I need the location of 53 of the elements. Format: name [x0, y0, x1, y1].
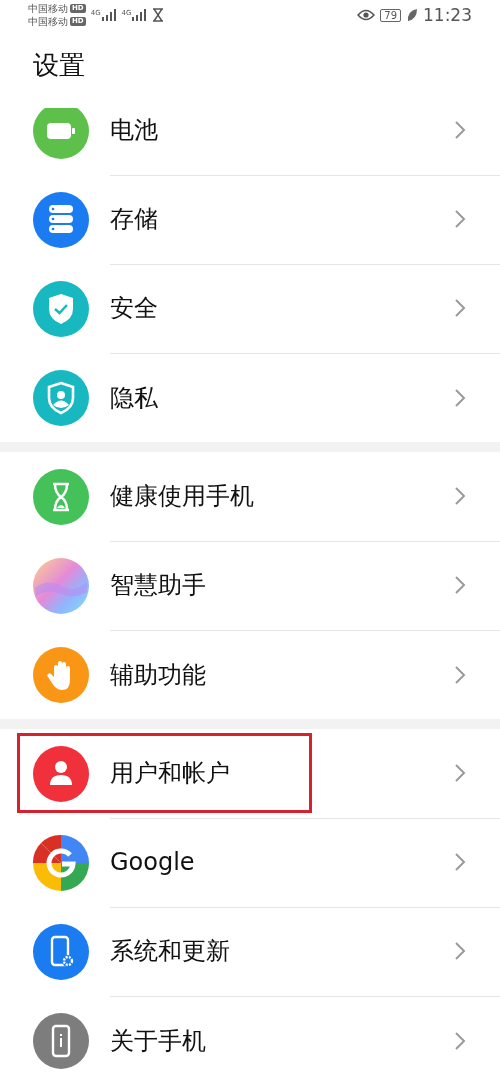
carrier-name: 中国移动 — [28, 2, 68, 15]
chevron-right-icon — [454, 763, 466, 783]
settings-item[interactable]: 安全 — [0, 264, 500, 353]
chevron-right-icon — [454, 664, 466, 685]
item-label: Google — [110, 848, 195, 876]
chevron-right-icon — [454, 298, 466, 318]
chevron-right-icon — [454, 486, 466, 506]
shield-person-icon — [33, 369, 89, 426]
settings-item[interactable]: 电池 — [0, 108, 500, 175]
settings-item[interactable]: 关于手机 — [0, 996, 500, 1084]
item-label: 健康使用手机 — [110, 481, 254, 512]
chevron-right-icon — [454, 575, 466, 595]
settings-item[interactable]: Google — [0, 818, 500, 907]
chevron-right-icon — [454, 941, 466, 961]
chevron-right-icon — [454, 387, 466, 408]
hourglass-icon — [33, 468, 89, 525]
item-label: 系统和更新 — [110, 936, 230, 967]
item-label: 用户和帐户 — [110, 758, 230, 789]
settings-item[interactable]: 存储 — [0, 175, 500, 264]
hand-icon — [33, 646, 89, 703]
leaf-icon — [406, 8, 418, 22]
storage-icon — [33, 191, 89, 248]
chevron-right-icon — [454, 1030, 466, 1051]
settings-item[interactable]: 系统和更新 — [0, 907, 500, 996]
settings-item[interactable]: 隐私 — [0, 353, 500, 442]
carrier-name: 中国移动 — [28, 15, 68, 28]
phone-gear-icon — [33, 923, 89, 980]
clock-time: 11:23 — [423, 5, 472, 25]
signal-icon — [100, 9, 117, 21]
battery-indicator: 79 — [380, 8, 401, 22]
item-label: 辅助功能 — [110, 659, 206, 691]
settings-item[interactable]: 辅助功能 — [0, 630, 500, 719]
item-label: 智慧助手 — [110, 570, 206, 601]
phone-info-icon — [33, 1012, 89, 1069]
chevron-right-icon — [454, 209, 466, 229]
settings-item[interactable]: 健康使用手机 — [0, 452, 500, 541]
signal-icon — [131, 9, 148, 21]
orb-icon — [33, 557, 89, 614]
settings-item[interactable]: 用户和帐户 — [0, 729, 500, 818]
eye-icon — [357, 9, 376, 21]
settings-item[interactable]: 智慧助手 — [0, 541, 500, 630]
shield-check-icon — [33, 280, 89, 337]
item-label: 电池 — [110, 115, 158, 146]
person-icon — [33, 745, 89, 802]
google-icon — [33, 834, 89, 891]
chevron-right-icon — [454, 852, 466, 872]
page-title: 设置 — [33, 48, 85, 82]
hourglass-icon — [152, 8, 165, 22]
item-label: 存储 — [110, 204, 158, 235]
item-label: 关于手机 — [110, 1025, 206, 1057]
item-label: 安全 — [110, 293, 158, 324]
item-label: 隐私 — [110, 382, 158, 414]
chevron-right-icon — [454, 120, 466, 140]
